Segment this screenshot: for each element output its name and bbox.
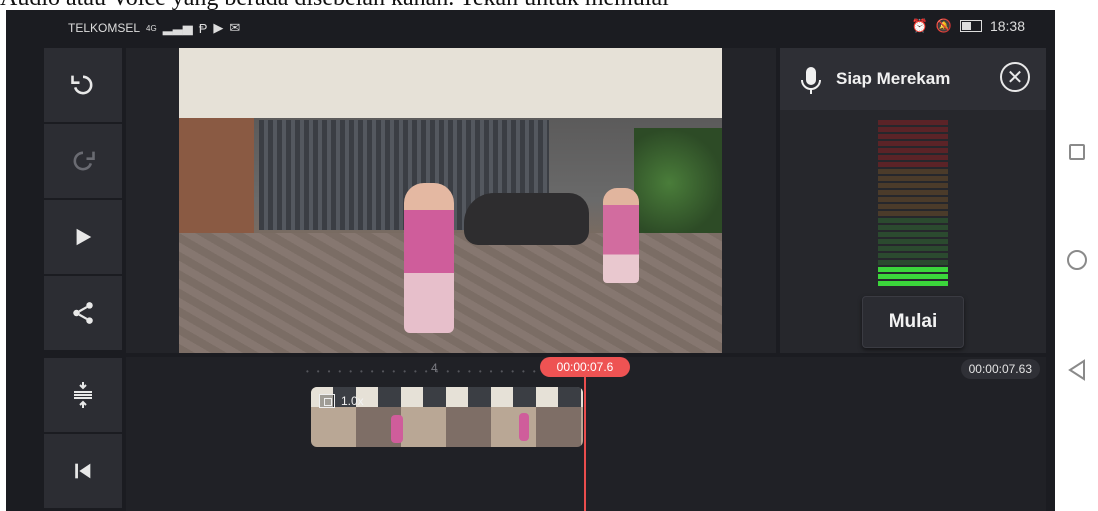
video-preview-area	[126, 48, 776, 353]
mail-icon: ✉	[229, 20, 241, 35]
redo-icon	[73, 151, 95, 171]
network-type: 4G	[146, 23, 157, 33]
instruction-caption: Audio atau Voice yang berada disebelah k…	[0, 0, 1098, 10]
meter-segment	[878, 162, 948, 167]
redo-button[interactable]	[44, 124, 122, 198]
meter-segment	[878, 274, 948, 279]
meter-segment	[878, 260, 948, 265]
audio-level-meter	[878, 120, 948, 290]
battery-icon	[959, 20, 982, 32]
voice-recorder-panel: Siap Merekam ✕ Mulai	[780, 48, 1046, 353]
clip-speed-label: 1.0x	[341, 394, 364, 408]
skip-to-start-button[interactable]	[44, 434, 122, 508]
meter-segment	[878, 211, 948, 216]
undo-icon	[71, 75, 93, 95]
meter-segment	[878, 253, 948, 258]
playhead[interactable]	[584, 371, 586, 511]
android-nav-bar	[1055, 10, 1098, 511]
start-recording-button[interactable]: Mulai	[862, 296, 964, 348]
meter-segment	[878, 127, 948, 132]
editor-toolbar	[44, 48, 122, 511]
meter-segment	[878, 239, 948, 244]
play-icon	[76, 228, 92, 246]
recents-button[interactable]	[1069, 144, 1085, 160]
timeline-tick-label: 4	[431, 361, 438, 375]
split-icon	[74, 382, 92, 408]
alarm-icon: ⏰	[911, 18, 928, 33]
recorder-header: Siap Merekam ✕	[780, 48, 1046, 110]
timeline[interactable]: •••••••••••••••••••••••• 4 1.0x 00:00:07…	[126, 357, 1046, 511]
meter-segment	[878, 148, 948, 153]
meter-segment	[878, 267, 948, 272]
meter-segment	[878, 204, 948, 209]
meter-segment	[878, 134, 948, 139]
meter-segment	[878, 155, 948, 160]
meter-segment	[878, 246, 948, 251]
timeline-split-button[interactable]	[44, 358, 122, 432]
share-icon	[73, 302, 93, 324]
home-button[interactable]	[1067, 250, 1087, 270]
video-preview[interactable]	[179, 48, 722, 353]
skip-to-start-icon	[75, 463, 91, 479]
signal-icon: ▂▃▅	[162, 20, 193, 35]
clip-icon	[319, 394, 335, 408]
video-clip[interactable]: 1.0x	[311, 387, 583, 447]
recorder-title: Siap Merekam	[836, 69, 951, 88]
meter-segment	[878, 190, 948, 195]
youtube-icon: ▶	[213, 20, 224, 35]
meter-segment	[878, 225, 948, 230]
meter-segment	[878, 197, 948, 202]
clip-speed-badge: 1.0x	[319, 394, 364, 408]
status-time: 18:38	[989, 18, 1025, 34]
meter-segment	[878, 120, 948, 125]
meter-segment	[878, 218, 948, 223]
meter-segment	[878, 176, 948, 181]
phone-screen: TELKOMSEL 4G ▂▃▅ Ᵽ ▶ ✉ ⏰ 🔕 18:38 Siap Me…	[6, 10, 1055, 511]
meter-segment	[878, 232, 948, 237]
close-icon[interactable]: ✕	[1000, 62, 1030, 92]
status-bar: TELKOMSEL 4G ▂▃▅ Ᵽ ▶ ✉ ⏰ 🔕 18:38	[6, 10, 1055, 44]
carrier-name: TELKOMSEL	[68, 21, 141, 35]
meter-segment	[878, 169, 948, 174]
app-notification-icon: Ᵽ	[198, 20, 208, 36]
microphone-icon	[801, 67, 821, 94]
meter-segment	[878, 281, 948, 286]
playhead-time: 00:00:07.6	[540, 357, 630, 377]
undo-button[interactable]	[44, 48, 122, 122]
meter-segment	[878, 141, 948, 146]
share-button[interactable]	[44, 276, 122, 350]
play-button[interactable]	[44, 200, 122, 274]
meter-segment	[878, 183, 948, 188]
total-duration: 00:00:07.63	[960, 359, 1040, 379]
mute-icon: 🔕	[935, 18, 952, 33]
back-button[interactable]	[1067, 359, 1087, 381]
